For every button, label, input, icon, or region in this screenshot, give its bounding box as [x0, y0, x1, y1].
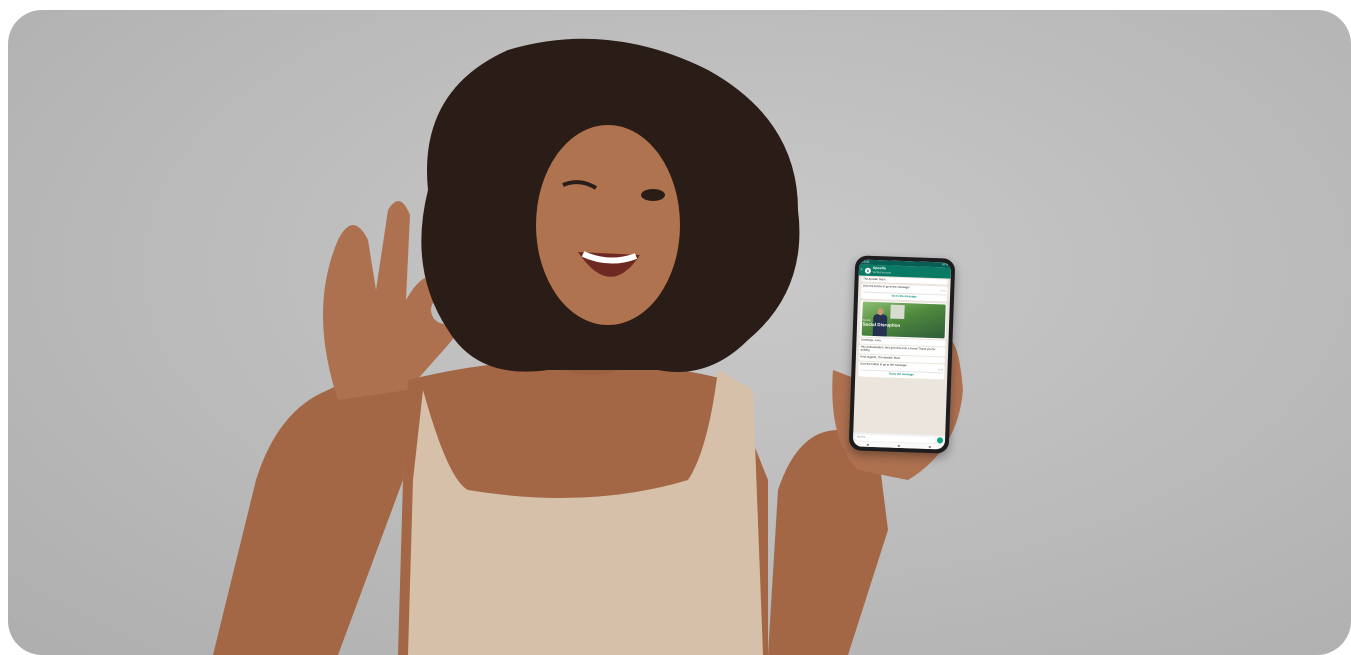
chat-subtitle: Verified account	[872, 270, 892, 275]
smartphone: 10:31 97% ‹ Apostle Verified account The…	[848, 255, 956, 454]
back-arrow-icon[interactable]: ‹	[861, 267, 863, 273]
apostle-logo-icon	[864, 267, 871, 274]
message-text: Kind regards, The Apostle Team	[860, 354, 901, 361]
message-bubble: Give the button to go to the message! 10…	[860, 283, 948, 302]
message-bubble: Give the button to go to the message! 10…	[858, 361, 945, 380]
media-bubble: Apostle Social Disruption	[859, 300, 947, 340]
left-arm	[213, 370, 408, 655]
back-nav-icon[interactable]	[928, 445, 931, 448]
message-text: Hey Ambassadors, let's give this post a …	[860, 344, 936, 353]
recent-apps-icon[interactable]	[867, 443, 870, 446]
home-icon[interactable]	[897, 444, 900, 447]
right-eye	[641, 189, 665, 201]
message-text: The Apostle Team	[863, 276, 886, 282]
woman-illustration	[213, 38, 963, 655]
message-text: Greetings, Juna,	[860, 337, 882, 343]
message-list: The Apostle Team Give the button to go t…	[853, 275, 950, 435]
face	[536, 125, 680, 325]
media-image[interactable]: Apostle Social Disruption	[861, 301, 946, 339]
media-label: Social Disruption	[862, 321, 901, 329]
whatsapp-chat-screen: 10:31 97% ‹ Apostle Verified account The…	[852, 259, 952, 450]
mic-button[interactable]	[936, 436, 944, 443]
hero-photo: 10:31 97% ‹ Apostle Verified account The…	[8, 10, 1351, 655]
